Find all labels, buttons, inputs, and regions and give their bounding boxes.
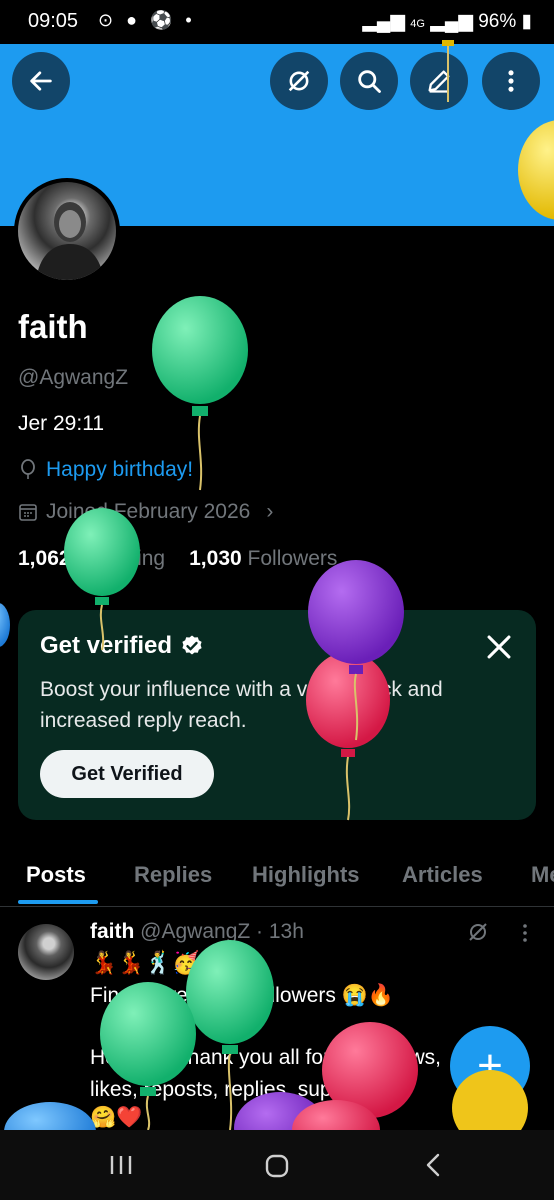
post-text-line-4: 🤗❤️	[90, 1106, 143, 1129]
get-verified-card: Get verified Boost your influence with a…	[18, 610, 536, 820]
profile-bio: Jer 29:11	[18, 412, 104, 435]
active-tab-indicator	[18, 900, 98, 904]
more-options-button[interactable]	[482, 52, 540, 110]
network-type: 4G	[410, 18, 425, 30]
avatar-photo	[36, 202, 104, 280]
profile-avatar[interactable]	[18, 182, 116, 280]
home-icon[interactable]	[264, 1154, 290, 1178]
recent-apps-icon[interactable]	[108, 1154, 134, 1176]
post-handle-time: @AgwangZ · 13h	[140, 920, 304, 943]
post-author[interactable]: faith	[90, 920, 134, 943]
following-label: Following	[76, 547, 166, 570]
grok-button[interactable]	[270, 52, 328, 110]
post-text-line-1: Finally, we hit 1K followers 😭🔥	[90, 984, 394, 1007]
arrow-left-icon	[30, 71, 52, 91]
back-nav-icon[interactable]	[422, 1152, 444, 1178]
follow-counts: 1,062 Following 1,030 Followers	[18, 547, 337, 571]
get-verified-button[interactable]: Get Verified	[40, 750, 214, 798]
calendar-icon	[19, 504, 37, 521]
birthday-text: Happy birthday!	[46, 458, 194, 481]
signal-icon: ▂▄▆	[362, 11, 405, 32]
profile-name: faith	[18, 308, 88, 345]
tab-media[interactable]: Media	[531, 862, 554, 888]
post-text-line-3: likes, reposts, replies, support and	[90, 1078, 409, 1101]
balloon-icon	[0, 603, 10, 647]
tab-replies[interactable]: Replies	[134, 862, 212, 888]
chevron-right-icon: ›	[266, 500, 274, 523]
tab-highlights[interactable]: Highlights	[252, 862, 360, 888]
joined-text: Joined February 2026	[46, 500, 251, 523]
back-button[interactable]	[12, 52, 70, 110]
card-body: Boost your influence with a verified tic…	[40, 678, 443, 732]
battery-level: 96%	[478, 11, 517, 32]
compose-button[interactable]	[410, 52, 468, 110]
balloon-small-icon	[21, 459, 35, 479]
system-nav-bar	[0, 1130, 554, 1200]
verified-badge-icon	[182, 635, 202, 655]
compose-post-fab[interactable]: +	[450, 1026, 530, 1106]
close-icon	[487, 635, 511, 659]
signal-icon-2: ▂▄▆	[430, 11, 473, 32]
plus-icon: +	[477, 1041, 503, 1090]
tab-posts[interactable]: Posts	[26, 862, 86, 888]
search-button[interactable]	[340, 52, 398, 110]
profile-tabs: Posts Replies Highlights Articles Media	[0, 850, 554, 907]
post-text-line-2: Honestly, thank you all for the follows,	[90, 1046, 441, 1069]
followers-label: Followers	[247, 547, 338, 570]
notification-icons: ⊙ ● ⚽ •	[98, 10, 196, 30]
post-grok-icon[interactable]	[466, 920, 490, 944]
post-more-icon[interactable]	[516, 922, 534, 944]
card-title: Get verified	[40, 632, 204, 660]
profile-handle: @AgwangZ	[18, 366, 129, 389]
post-emoji-line: 💃💃🕺🥳	[90, 950, 200, 975]
post-avatar[interactable]	[18, 924, 74, 980]
following-count: 1,062	[18, 547, 71, 570]
tab-articles[interactable]: Articles	[402, 862, 483, 888]
more-vertical-icon	[508, 70, 514, 92]
status-right: ▂▄▆ 4G ▂▄▆ 96% ▮	[362, 10, 532, 33]
grok-icon	[288, 70, 310, 92]
followers-count: 1,030	[189, 547, 242, 570]
close-card-button[interactable]	[482, 630, 516, 664]
battery-icon: ▮	[521, 11, 532, 32]
post-header: faith @AgwangZ · 13h	[90, 920, 304, 944]
status-time: 09:05	[28, 10, 79, 32]
status-bar: 09:05 ⊙ ● ⚽ • ▂▄▆ 4G ▂▄▆ 96% ▮	[0, 0, 554, 44]
compose-icon	[428, 70, 450, 93]
balloon-icon	[322, 1022, 418, 1118]
card-title-text: Get verified	[40, 632, 173, 659]
birthday-link[interactable]: Happy birthday!	[18, 458, 193, 482]
followers-link[interactable]: 1,030 Followers	[189, 547, 337, 571]
joined-row[interactable]: Joined February 2026 ›	[18, 500, 273, 524]
following-link[interactable]: 1,062 Following	[18, 547, 165, 571]
search-icon	[358, 70, 381, 93]
